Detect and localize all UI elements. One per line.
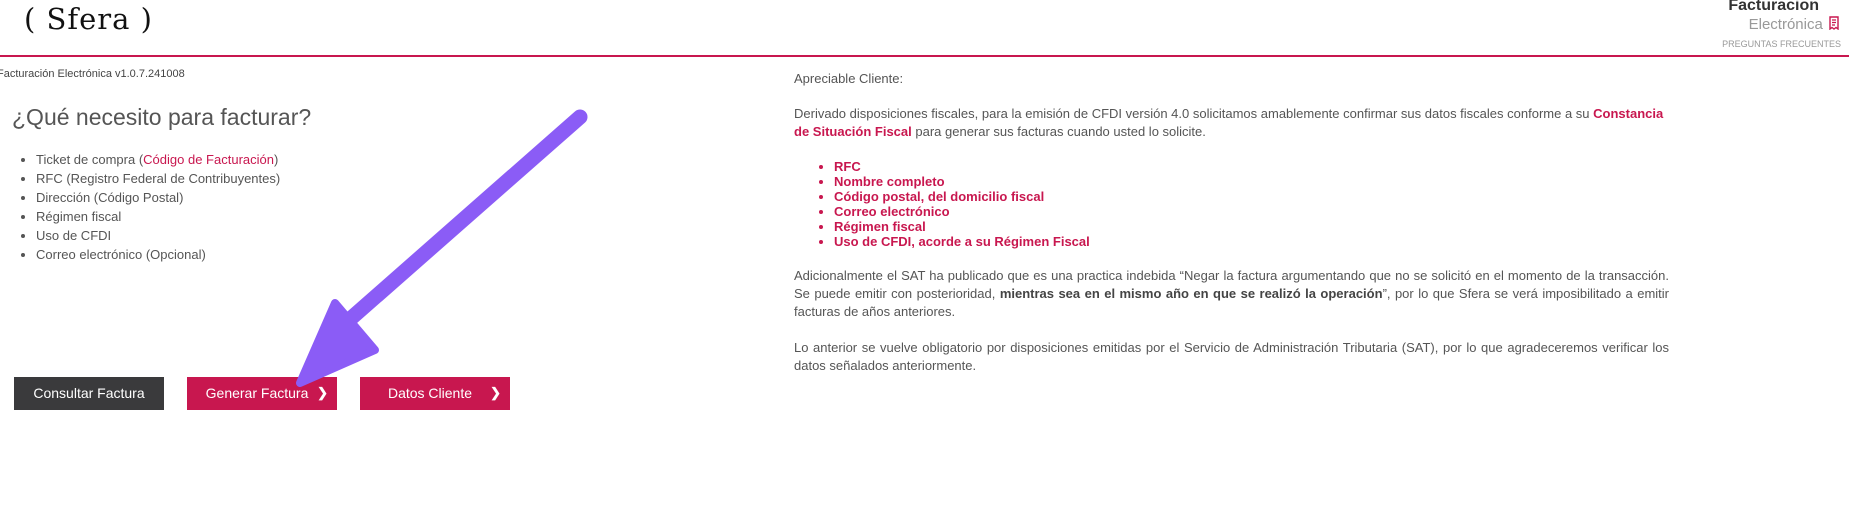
button-label: Datos Cliente (387, 385, 473, 401)
list-item-text: Ticket de compra ( (36, 152, 144, 167)
receipt-icon (1827, 16, 1841, 31)
notice-text: Derivado disposiciones fiscales, para la… (794, 106, 1594, 121)
sfera-logo[interactable]: ( Sfera ) (24, 2, 153, 36)
list-item: Régimen fiscal (834, 219, 1669, 234)
notice-paragraph-1: Derivado disposiciones fiscales, para la… (794, 105, 1669, 141)
button-label: Consultar Factura (33, 385, 145, 401)
notice-paragraph-3: Lo anterior se vuelve obligatorio por di… (794, 340, 1669, 373)
brand-subtitle: Electrónica (1722, 16, 1841, 34)
brand-subtitle-text: Electrónica (1748, 16, 1823, 33)
chevron-right-icon: ❯ (317, 385, 328, 400)
page-title: ¿Qué necesito para facturar? (12, 104, 312, 130)
notice-greeting: Apreciable Cliente: (794, 71, 904, 86)
brand-title: Facturacion (1728, 0, 1819, 14)
fiscal-data-list: RFC Nombre completo Código postal, del d… (794, 159, 1669, 249)
list-item-text: ) (273, 152, 279, 167)
notice-emphasis: mientras sea en el mismo año en que se r… (999, 286, 1383, 301)
list-item: RFC (834, 159, 1669, 174)
list-item: Código postal, del domicilio fiscal (834, 189, 1669, 204)
header-bar: ( Sfera ) Facturacion Electrónica PREGUN… (0, 0, 1849, 57)
chevron-right-icon: ❯ (490, 385, 501, 400)
faq-link[interactable]: PREGUNTAS FRECUENTES (1722, 37, 1841, 51)
list-item: Correo electrónico (834, 204, 1669, 219)
list-item: Uso de CFDI, acorde a su Régimen Fiscal (834, 234, 1669, 249)
requirements-list: Ticket de compra (Código de Facturación)… (12, 150, 280, 264)
notice-text: para generar sus facturas cuando usted l… (911, 124, 1206, 139)
list-item: RFC (Registro Federal de Contribuyentes) (36, 169, 280, 188)
list-item: Régimen fiscal (36, 207, 280, 226)
list-item: Ticket de compra (Código de Facturación) (36, 150, 280, 169)
generar-factura-button[interactable]: Generar Factura ❯ (187, 377, 337, 410)
datos-cliente-button[interactable]: Datos Cliente ❯ (360, 377, 510, 410)
list-item: Correo electrónico (Opcional) (36, 245, 280, 264)
list-item: Nombre completo (834, 174, 1669, 189)
version-label: Facturación Electrónica v1.0.7.241008 (0, 68, 185, 80)
notice-paragraph-2: Adicionalmente el SAT ha publicado que e… (794, 267, 1669, 321)
fiscal-notice: Apreciable Cliente: Derivado disposicion… (794, 70, 1669, 393)
brand-block: Facturacion Electrónica PREGUNTAS FRECUE… (1722, 0, 1841, 51)
list-item: Dirección (Código Postal) (36, 188, 280, 207)
consultar-factura-button[interactable]: Consultar Factura (14, 377, 164, 410)
list-item: Uso de CFDI (36, 226, 280, 245)
button-label: Generar Factura (205, 385, 309, 401)
codigo-facturacion-link[interactable]: Código de Facturación (143, 152, 274, 167)
